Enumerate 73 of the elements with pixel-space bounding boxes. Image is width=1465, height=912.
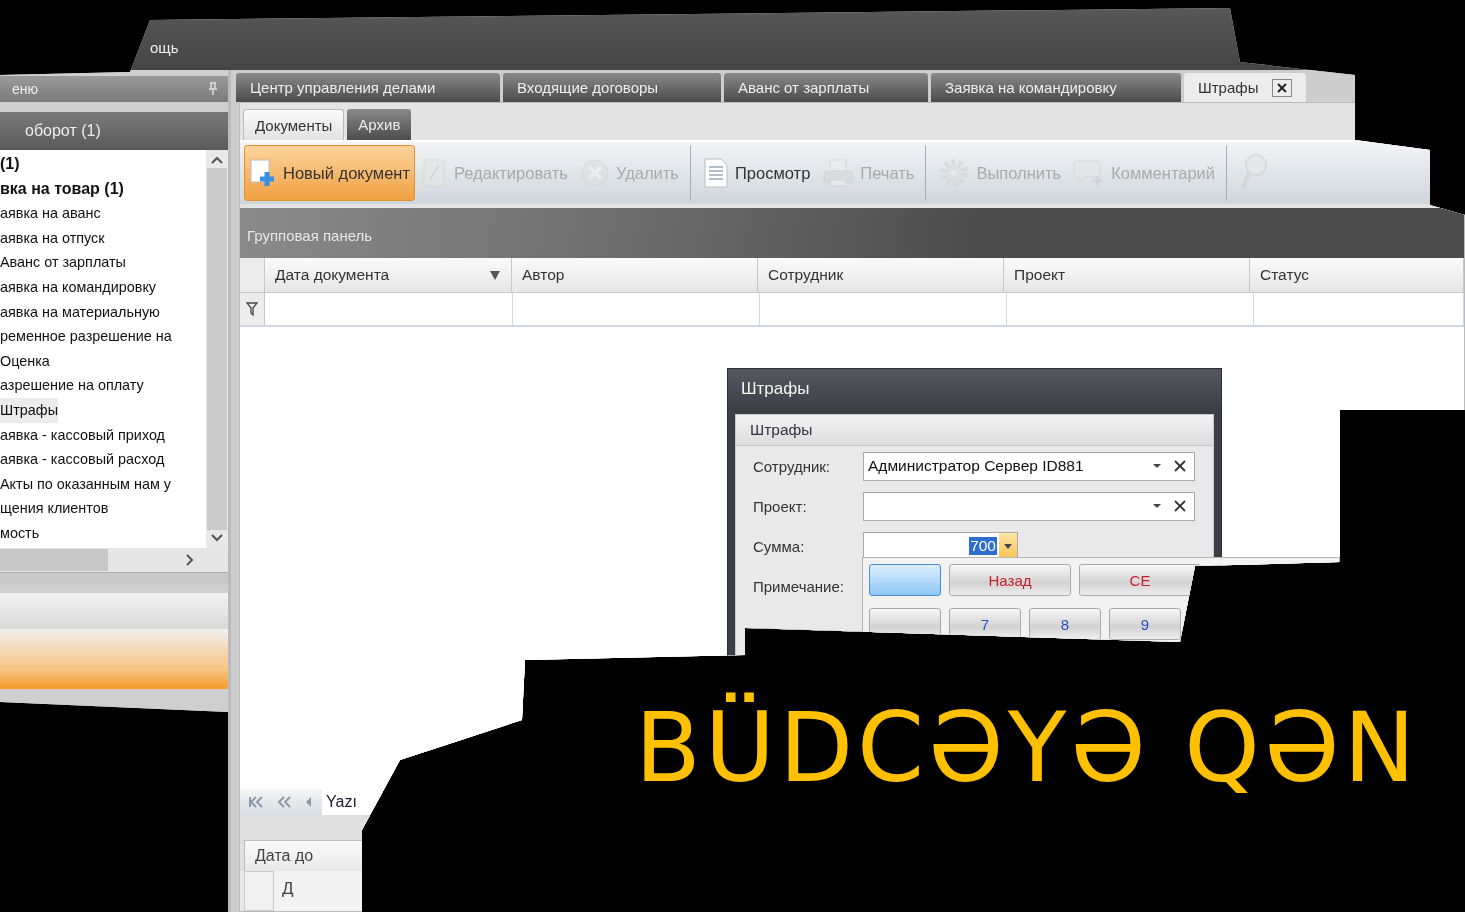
- panel-title: еню: [12, 81, 39, 97]
- document-tab[interactable]: Входящие договоры: [503, 73, 721, 102]
- scroll-up-icon[interactable]: [211, 156, 223, 164]
- column-header[interactable]: Статус: [1250, 258, 1464, 292]
- dialog-title: Штрафы: [741, 379, 810, 399]
- field-label: Сумма:: [753, 537, 806, 555]
- clear-icon[interactable]: [1174, 460, 1186, 472]
- navigation-item[interactable]: мость: [0, 520, 40, 546]
- toolbar-button[interactable]: Просмотр: [689, 145, 816, 201]
- navigation-item[interactable]: Штрафы: [0, 397, 58, 423]
- pager-navigation[interactable]: [240, 789, 322, 815]
- field-label: Сотрудник:: [753, 457, 832, 475]
- navigation-item[interactable]: Оценка: [0, 348, 50, 374]
- horizontal-scrollbar[interactable]: [0, 548, 228, 572]
- navigation-item[interactable]: аявка на аванс: [0, 201, 101, 226]
- navigation-item[interactable]: Аванс от зарплаты: [0, 250, 126, 275]
- document-tab[interactable]: Аванс от зарплаты: [724, 73, 928, 102]
- pager-label: Yazı: [325, 793, 357, 811]
- combo-field[interactable]: Администратор Сервер ID881: [863, 451, 1195, 481]
- navigation-item[interactable]: аявка на материальную: [0, 299, 160, 325]
- previous-icon[interactable]: [304, 796, 314, 808]
- delete-icon: [579, 158, 610, 188]
- field-label: Проект:: [753, 497, 808, 515]
- navigation-item[interactable]: вка на товар (1): [0, 176, 124, 202]
- combo-field[interactable]: [863, 491, 1195, 521]
- column-header[interactable]: Дата документа: [265, 258, 512, 292]
- calculator-key[interactable]: CE: [1079, 564, 1201, 596]
- document-tab[interactable]: Заявка на командировку: [931, 73, 1181, 102]
- navigation-item[interactable]: аявка - кассовый расход: [0, 447, 165, 472]
- scroll-down-icon[interactable]: [211, 534, 223, 542]
- toolbar-button[interactable]: Новый документ: [244, 145, 415, 201]
- pin-icon[interactable]: [208, 82, 218, 96]
- panel-button[interactable]: [0, 629, 228, 689]
- new-document-icon: [249, 158, 277, 188]
- vertical-scrollbar[interactable]: [206, 150, 228, 548]
- dropdown-caret-icon: [1004, 543, 1012, 549]
- navigation-item[interactable]: аявка на командировку: [0, 274, 157, 300]
- dropdown-caret-icon[interactable]: [1152, 463, 1162, 469]
- column-header[interactable]: Сотрудник: [758, 258, 1004, 292]
- field-label: Примечание:: [753, 577, 845, 595]
- navigation-item[interactable]: (1): [0, 152, 20, 177]
- document-icon: [702, 158, 729, 188]
- splitter-handle[interactable]: [0, 572, 228, 585]
- column-header[interactable]: Автор: [512, 258, 758, 292]
- calculator-key[interactable]: Назад: [949, 564, 1071, 596]
- calculator-key[interactable]: 8: [1029, 608, 1101, 640]
- dropdown-caret-icon[interactable]: [1152, 503, 1162, 509]
- menu-item[interactable]: ощь: [150, 39, 179, 56]
- document-tab[interactable]: Центр управления делами: [236, 73, 500, 102]
- navigation-item[interactable]: аявка на отпуск: [0, 225, 105, 251]
- scroll-right-icon[interactable]: [186, 554, 194, 566]
- printer-icon: [822, 158, 855, 188]
- previous-page-icon[interactable]: [276, 796, 292, 808]
- filter-icon[interactable]: [246, 302, 258, 316]
- navigation-item[interactable]: аявка - кассовый приход: [0, 422, 165, 448]
- gear-icon: [938, 157, 971, 189]
- view-tab[interactable]: Архив: [347, 109, 412, 140]
- navigation-item[interactable]: ременное разрешение на: [0, 324, 172, 349]
- close-icon[interactable]: [1272, 78, 1293, 97]
- view-tab[interactable]: Документы: [243, 109, 345, 140]
- document-tab[interactable]: Штрафы: [1184, 73, 1307, 102]
- clear-icon[interactable]: [1174, 500, 1186, 512]
- pencil-icon: [422, 158, 448, 188]
- navigation-item[interactable]: азрешение на оплату: [0, 373, 144, 398]
- group-header[interactable]: оборот (1): [0, 112, 228, 150]
- navigation-item[interactable]: Акты по оказанным нам у: [0, 471, 171, 497]
- navigation-item[interactable]: щения клиентов: [0, 496, 109, 521]
- group-panel-label: Групповая панель: [247, 227, 373, 244]
- calculator-key[interactable]: 9: [1109, 608, 1181, 640]
- group-header: Штрафы: [736, 415, 1213, 446]
- dropdown-button[interactable]: [999, 532, 1017, 560]
- column-header[interactable]: Проект: [1004, 258, 1250, 292]
- first-page-icon[interactable]: [248, 796, 264, 808]
